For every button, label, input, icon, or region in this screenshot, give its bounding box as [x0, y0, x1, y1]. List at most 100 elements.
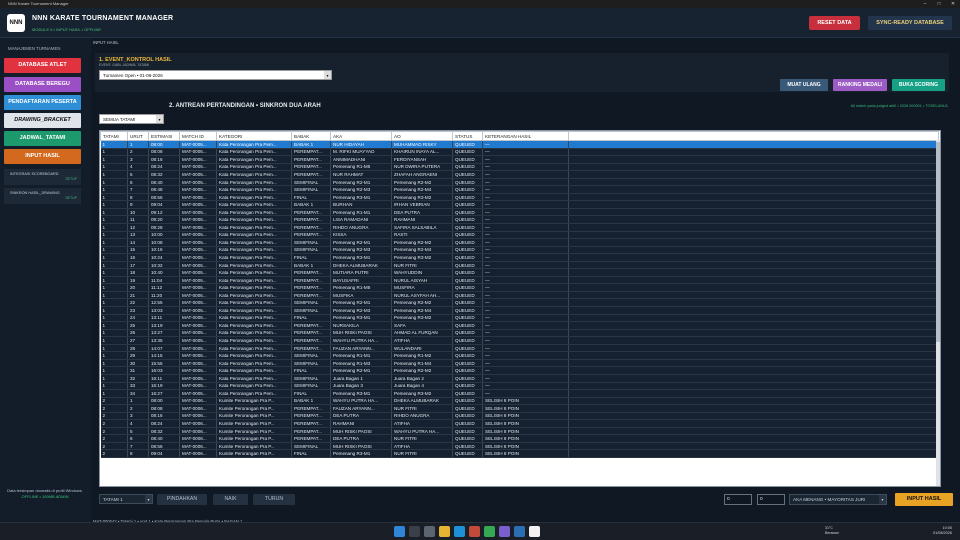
table-row[interactable]: 1 10 09:12 MAT-0005... Kata Perorangan Pra P… [100, 208, 939, 217]
table-row[interactable]: 2 6 08:40 MAT-0006... Kumite Perorangan Pra … [100, 434, 939, 443]
table-row[interactable]: 1 19 11:04 MAT-0005... Kata Perorangan Pra P… [100, 276, 939, 285]
table-cell: DHEKA ALMUBARAK [330, 261, 392, 270]
table-row[interactable]: 1 12 09:28 MAT-0005... Kata Perorangan Pra P… [100, 223, 939, 232]
move-up-button[interactable]: NAIK [213, 494, 248, 505]
nav-integrasi-scoreboard[interactable]: INTEGRASI SCOREBOARD SETUP [4, 169, 81, 185]
table-cell: — [482, 329, 569, 338]
table-row[interactable]: 2 3 08:16 MAT-0006... Kumite Perorangan Pra … [100, 412, 939, 421]
table-row[interactable]: 1 24 13:11 MAT-0005... Kata Perorangan Pra P… [100, 314, 939, 323]
table-row[interactable]: 1 22 12:55 MAT-0005... Kata Perorangan Pra P… [100, 298, 939, 308]
table-row[interactable]: 1 14 10:08 MAT-0005... Kata Perorangan Pra P… [100, 238, 939, 247]
table-row[interactable]: 2 8 09:04 MAT-0006... Kumite Perorangan Pra … [100, 449, 939, 458]
table-row[interactable]: 1 13 10:00 MAT-0005... Kata Perorangan Pra P… [100, 231, 939, 240]
column-header[interactable]: ESTIMASI [148, 131, 180, 141]
nav-drawing-bracket[interactable]: DRAWING_BRACKET [4, 113, 81, 128]
table-row[interactable]: 1 16 10:24 MAT-0005... Kata Perorangan Pra P… [100, 253, 939, 262]
table-row[interactable]: 1 1 08:00 MAT-0005... Kata Perorangan Pra Pe… [100, 140, 939, 149]
table-cell: QUEUED [452, 434, 483, 443]
table-row[interactable]: 2 1 08:00 MAT-0006... Kumite Perorangan Pra … [100, 397, 939, 406]
table-cell: 7 [127, 185, 149, 194]
table-cell: Kumite Perorangan Pra P... [216, 427, 292, 436]
system-tray[interactable]: 10:05 01/08/2026 [933, 526, 952, 536]
result-select[interactable]: AKA MENANG • MAYORITAS JURI ▾ [789, 494, 887, 505]
search-icon[interactable] [409, 526, 420, 537]
move-down-button[interactable]: TURUN [253, 494, 295, 505]
table-row[interactable]: 1 6 08:40 MAT-0005... Kata Perorangan Pra Pe… [100, 178, 939, 187]
table-row[interactable]: 1 3 08:16 MAT-0005... Kata Perorangan Pra Pe… [100, 155, 939, 164]
column-header[interactable]: AKA [330, 131, 392, 141]
table-row[interactable]: 1 34 16:27 MAT-0005... Kata Perorangan Pra P… [100, 389, 939, 398]
reset-data-button[interactable]: RESET DATA [809, 16, 860, 30]
sync-database-button[interactable]: SYNC-READY DATABASE [868, 16, 952, 30]
start-icon[interactable] [394, 526, 405, 537]
table-cell: Pemenang R1-M4 [391, 359, 453, 368]
table-row[interactable]: 1 23 13:03 MAT-0005... Kata Perorangan Pra P… [100, 306, 939, 315]
table-row[interactable]: 1 5 08:32 MAT-0005... Kata Perorangan Pra Pe… [100, 170, 939, 179]
reload-button[interactable]: MUAT ULANG [780, 79, 828, 91]
column-header[interactable]: STATUS [452, 131, 483, 141]
table-row[interactable]: 1 25 13:19 MAT-0005... Kata Perorangan Pra P… [100, 321, 939, 330]
table-cell: 1 [100, 155, 128, 164]
table-row[interactable]: 1 20 11:12 MAT-0005... Kata Perorangan Pra P… [100, 283, 939, 292]
table-row[interactable]: 2 2 08:08 MAT-0006... Kumite Perorangan Pra … [100, 404, 939, 413]
table-row[interactable]: 1 26 13:27 MAT-0005... Kata Perorangan Pra P… [100, 329, 939, 338]
table-row[interactable]: 1 27 13:35 MAT-0005... Kata Perorangan Pra P… [100, 336, 939, 345]
maximize-icon[interactable]: □ [932, 0, 946, 8]
table-row[interactable]: 1 9 09:04 MAT-0005... Kata Perorangan Pra Pe… [100, 200, 939, 209]
chrome-icon[interactable] [484, 526, 495, 537]
table-row[interactable]: 1 15 10:16 MAT-0005... Kata Perorangan Pra P… [100, 246, 939, 255]
vscode-icon[interactable] [514, 526, 525, 537]
file-explorer-icon[interactable] [439, 526, 450, 537]
app-icon[interactable] [469, 526, 480, 537]
table-row[interactable]: 1 4 08:24 MAT-0005... Kata Perorangan Pra Pe… [100, 163, 939, 172]
table-row[interactable]: 1 21 11:20 MAT-0005... Kata Perorangan Pra P… [100, 291, 939, 300]
minimize-icon[interactable]: – [918, 0, 932, 8]
store-icon[interactable] [499, 526, 510, 537]
column-header[interactable]: TATAMI [100, 131, 128, 141]
table-row[interactable]: 1 29 14:15 MAT-0005... Kata Perorangan Pra P… [100, 351, 939, 360]
input-result-button[interactable]: INPUT HASIL [895, 493, 953, 506]
table-scrollbar[interactable] [936, 140, 940, 486]
tatami-filter-select[interactable]: SEMUA TATAMI ▾ [99, 114, 164, 124]
event-select[interactable]: Turnamen Open • 01-08-2026 ▾ [99, 70, 332, 80]
ao-score-input[interactable]: 0 [757, 494, 785, 505]
table-row[interactable]: 1 18 10:40 MAT-0005... Kata Perorangan Pra P… [100, 268, 939, 277]
task-view-icon[interactable] [424, 526, 435, 537]
column-header[interactable]: KETERANGAN HASIL [482, 131, 569, 141]
karate-app-icon[interactable] [529, 526, 540, 537]
weather-widget[interactable]: 31°C Berawan [825, 526, 839, 536]
nav-jadwal-tatami[interactable]: JADWAL_TATAMI [4, 131, 81, 146]
table-row[interactable]: 1 32 16:11 MAT-0005... Kata Perorangan Pra P… [100, 374, 939, 383]
table-row[interactable]: 1 2 08:08 MAT-0005... Kata Perorangan Pra Pe… [100, 148, 939, 157]
edge-icon[interactable] [454, 526, 465, 537]
nav-pendaftaran-peserta[interactable]: PENDAFTARAN PESERTA [4, 95, 81, 110]
table-row[interactable]: 2 4 08:24 MAT-0006... Kumite Perorangan Pra … [100, 419, 939, 428]
table-row[interactable]: 1 17 10:32 MAT-0005... Kata Perorangan Pra P… [100, 261, 939, 270]
table-row[interactable]: 1 28 14:07 MAT-0005... Kata Perorangan Pra P… [100, 344, 939, 353]
column-header[interactable]: KATEGORI [216, 131, 292, 141]
aka-score-input[interactable]: 0 [724, 494, 752, 505]
scrollbar-thumb[interactable] [936, 142, 940, 342]
table-row[interactable]: 1 31 16:03 MAT-0005... Kata Perorangan Pra P… [100, 366, 939, 375]
table-row[interactable]: 2 5 08:32 MAT-0006... Kumite Perorangan Pra … [100, 427, 939, 436]
column-header[interactable]: URUT [127, 131, 149, 141]
table-row[interactable]: 1 11 09:20 MAT-0005... Kata Perorangan Pra P… [100, 215, 939, 224]
table-cell: 2 [100, 419, 128, 428]
close-icon[interactable]: ✕ [946, 0, 960, 8]
nav-database-atlet[interactable]: DATABASE ATLET [4, 58, 81, 73]
nav-sinkron-hasil[interactable]: SINKRON HASIL_DRAWING SETUP [4, 188, 81, 204]
table-row[interactable]: 2 7 08:56 MAT-0006... Kumite Perorangan Pra … [100, 442, 939, 451]
table-row[interactable]: 1 8 08:56 MAT-0005... Kata Perorangan Pra Pe… [100, 193, 939, 202]
tatami-select[interactable]: TATAMI 1 ▾ [99, 494, 153, 504]
nav-database-beregu[interactable]: DATABASE BEREGU [4, 77, 81, 92]
move-button[interactable]: PINDAHKAN [157, 494, 207, 505]
table-row[interactable]: 1 30 15:55 MAT-0005... Kata Perorangan Pra P… [100, 359, 939, 368]
medal-ranking-button[interactable]: RANKING MEDALI [833, 79, 887, 91]
nav-input-hasil[interactable]: INPUT HASIL [4, 149, 81, 164]
column-header[interactable]: MATCH ID [179, 131, 217, 141]
table-row[interactable]: 1 7 08:48 MAT-0005... Kata Perorangan Pra Pe… [100, 185, 939, 194]
open-scoring-button[interactable]: BUKA SCORING [892, 79, 945, 91]
column-header[interactable]: BABAK [291, 131, 331, 141]
table-row[interactable]: 1 33 16:19 MAT-0005... Kata Perorangan Pra P… [100, 382, 939, 391]
column-header[interactable]: AO [391, 131, 453, 141]
